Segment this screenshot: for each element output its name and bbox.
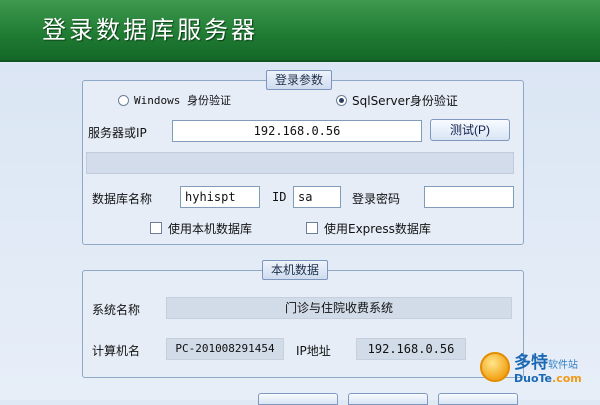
id-input[interactable]: sa [293, 186, 341, 208]
bottom-button-2[interactable] [348, 393, 428, 405]
status-strip [86, 152, 514, 174]
local-data-group [82, 270, 524, 378]
system-name-value: 门诊与住院收费系统 [166, 297, 512, 319]
use-local-db-checkbox[interactable] [150, 222, 162, 234]
ip-label: IP地址 [296, 344, 331, 358]
duote-logo-icon [480, 352, 510, 382]
password-input[interactable] [424, 186, 514, 208]
watermark-cn: 多特软件站 [514, 353, 578, 373]
window-header: 登录数据库服务器 [0, 0, 600, 62]
computer-name-value: PC-201008291454 [166, 338, 284, 360]
use-express-db-label[interactable]: 使用Express数据库 [324, 220, 431, 237]
db-name-label: 数据库名称 [92, 192, 153, 206]
watermark-en: DuoTe.com [514, 372, 582, 385]
windows-auth-label[interactable]: Windows 身份验证 [134, 92, 231, 108]
computer-name-label: 计算机名 [92, 344, 141, 358]
login-params-legend: 登录参数 [266, 70, 333, 90]
use-express-db-checkbox[interactable] [306, 222, 318, 234]
system-name-label: 系统名称 [92, 303, 141, 317]
password-label: 登录密码 [352, 192, 401, 206]
windows-auth-radio[interactable] [118, 95, 129, 106]
server-label: 服务器或IP [88, 126, 147, 140]
duote-watermark: 多特软件站 DuoTe.com [480, 348, 590, 392]
id-label: ID [272, 190, 287, 204]
local-data-legend: 本机数据 [262, 260, 329, 280]
sqlserver-auth-radio[interactable] [336, 95, 347, 106]
db-name-input[interactable]: hyhispt [180, 186, 260, 208]
bottom-button-3[interactable] [438, 393, 518, 405]
use-local-db-label[interactable]: 使用本机数据库 [168, 220, 252, 237]
ip-value: 192.168.0.56 [356, 338, 466, 360]
test-button[interactable]: 测试(P) [430, 119, 510, 141]
server-input[interactable]: 192.168.0.56 [172, 120, 422, 142]
window-title: 登录数据库服务器 [42, 16, 258, 44]
bottom-button-1[interactable] [258, 393, 338, 405]
sqlserver-auth-label[interactable]: SqlServer身份验证 [352, 92, 458, 109]
